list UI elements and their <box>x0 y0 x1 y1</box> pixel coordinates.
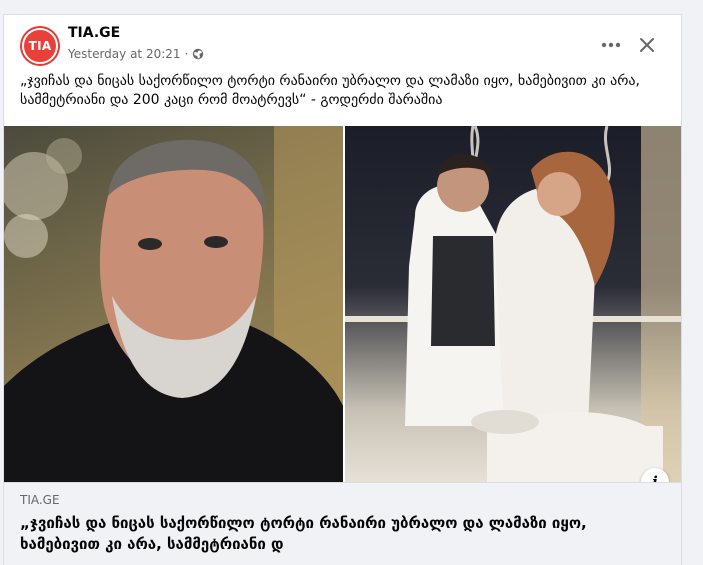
photo-man-portrait[interactable] <box>4 126 343 482</box>
page-name-link[interactable]: TIA.GE <box>68 25 120 41</box>
avatar-logo-text: TIA <box>22 28 58 64</box>
meta-separator: · <box>184 47 189 61</box>
post-timestamp[interactable]: Yesterday at 20:21 <box>68 47 181 61</box>
close-post-button[interactable] <box>633 31 661 59</box>
page-avatar[interactable]: TIA <box>20 26 60 66</box>
more-options-button[interactable] <box>597 31 625 59</box>
page-background-strip <box>683 0 703 565</box>
link-domain: TIA.GE <box>20 493 60 507</box>
post-meta: Yesterday at 20:21 · <box>68 47 204 61</box>
link-preview[interactable]: TIA.GE „ჯვიჩას და ნიცას საქორწილო ტორტი … <box>4 482 681 565</box>
link-title[interactable]: „ჯვიჩას და ნიცას საქორწილო ტორტი რანაირი… <box>20 513 660 555</box>
post-photos[interactable]: i <box>4 126 681 496</box>
close-icon <box>640 38 654 52</box>
post-text: „ჯვიჩას და ნიცას საქორწილო ტორტი რანაირი… <box>20 73 640 108</box>
more-horizontal-icon <box>601 42 621 48</box>
globe-icon[interactable] <box>192 48 204 60</box>
post-card: TIA TIA.GE Yesterday at 20:21 · „ჯვიჩას … <box>3 14 682 565</box>
photo-couple-cutting-cake[interactable] <box>345 126 681 482</box>
